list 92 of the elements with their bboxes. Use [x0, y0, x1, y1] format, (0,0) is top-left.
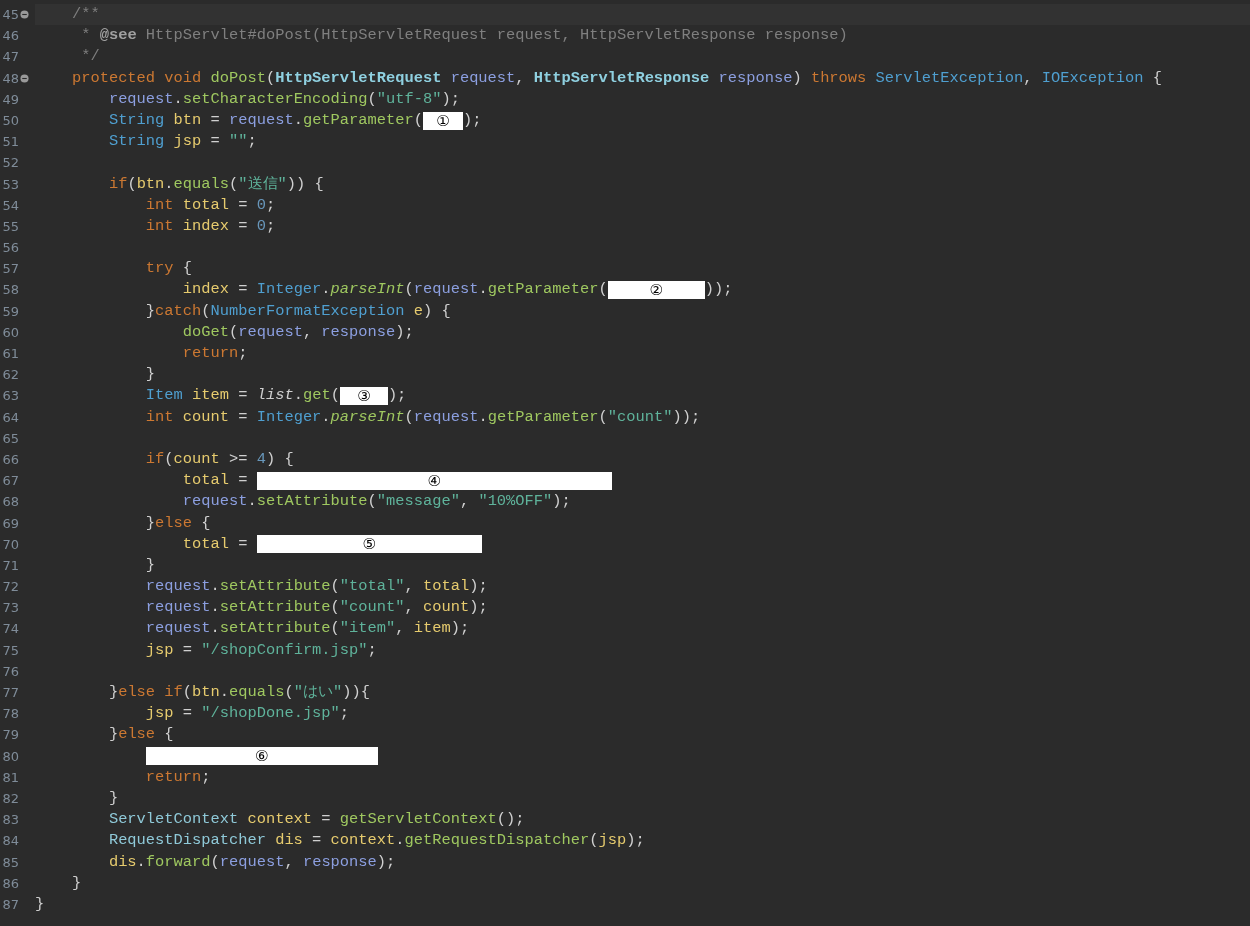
answer-blank: ⑥ — [145, 747, 378, 766]
code-text: } — [71, 872, 82, 894]
line-number: 45 — [1, 6, 19, 24]
line-number: 52 — [1, 154, 19, 173]
line-number: 84 — [1, 832, 19, 851]
line-number: 73 — [1, 599, 19, 618]
code-text: RequestDispatcher dis = context.getRequestDispatcher(jsp); — [108, 830, 645, 852]
code-text: jsp = "/shopDone.jsp"; — [145, 703, 350, 725]
code-text: try { — [145, 258, 193, 280]
code-text: request.setAttribute("count", count); — [145, 597, 488, 619]
code-text: if(count >= 4) { — [145, 448, 294, 470]
code-text: return; — [145, 766, 211, 788]
line-number: 87 — [1, 895, 19, 914]
line-number: 69 — [1, 514, 19, 533]
answer-blank: ① — [423, 111, 463, 130]
code-text: if(btn.equals("送信")) { — [108, 173, 324, 195]
line-number: 76 — [1, 662, 19, 681]
line-number: 81 — [1, 768, 19, 787]
line-number: 66 — [1, 450, 19, 469]
line-number: 80 — [1, 747, 19, 766]
code-text: } — [108, 787, 119, 809]
line-number: 75 — [1, 641, 19, 660]
code-text: return; — [182, 343, 248, 364]
answer-blank: ③ — [339, 386, 388, 405]
code-text: request.setAttribute("total", total); — [145, 576, 488, 598]
code-text: total = — [182, 533, 249, 555]
line-number: 48 — [1, 69, 19, 88]
code-text: doGet(request, response); — [182, 321, 414, 343]
line-number: 58 — [1, 281, 19, 300]
code-text: ); — [387, 385, 407, 407]
code-text: request.setAttribute("message", "10%OFF"); — [182, 491, 571, 513]
code-text: int count = Integer.parseInt(request.getParameter("count")); — [145, 406, 701, 428]
line-number: 71 — [1, 556, 19, 575]
code-text: total = — [182, 470, 249, 492]
code-text: } — [145, 364, 156, 386]
code-text: */ — [80, 46, 100, 68]
line-number: 85 — [1, 853, 19, 872]
code-text: }else { — [108, 724, 174, 746]
line-number: 57 — [1, 260, 19, 279]
code-text: } — [145, 554, 156, 576]
code-text: String jsp = ""; — [108, 131, 257, 153]
code-text: request.setAttribute("item", item); — [145, 618, 470, 640]
line-number: 72 — [1, 578, 19, 597]
code-text: Item item = list.get( — [145, 385, 340, 407]
answer-blank: ② — [607, 281, 705, 300]
line-number: 56 — [1, 239, 19, 258]
line-number: 65 — [1, 429, 19, 448]
line-number: 79 — [1, 726, 19, 745]
line-number: 50 — [1, 111, 19, 130]
code-text: int total = 0; — [145, 194, 276, 216]
line-number: 86 — [1, 874, 19, 893]
code-text: }else { — [145, 512, 211, 534]
line-number: 60 — [1, 323, 19, 342]
code-text: jsp = "/shopConfirm.jsp"; — [145, 639, 377, 661]
code-text: * @see HttpServlet#doPost(HttpServletRequest request, HttpServletResponse response) — [80, 25, 848, 47]
code-text: }catch(NumberFormatException e) { — [145, 300, 451, 322]
line-number: 61 — [1, 345, 19, 363]
code-text: protected void doPost(HttpServletRequest request, HttpServletResponse response) throws ServletException, IOException { — [71, 67, 1162, 89]
line-number: 74 — [1, 620, 19, 639]
line-number: 55 — [1, 217, 19, 236]
code-text: int index = 0; — [145, 215, 276, 237]
line-number: 64 — [1, 408, 19, 427]
line-number: 49 — [1, 90, 19, 109]
line-number: 47 — [1, 48, 19, 67]
answer-blank: ⑤ — [256, 535, 482, 554]
line-number: 77 — [1, 684, 19, 702]
line-number: 63 — [1, 387, 19, 406]
code-text: ); — [463, 109, 482, 131]
line-number: 62 — [1, 366, 19, 385]
line-number: 53 — [1, 175, 19, 194]
code-text: String btn = request.getParameter( — [108, 109, 423, 131]
line-number: 46 — [1, 27, 19, 46]
line-number: 78 — [1, 705, 19, 724]
line-number: 51 — [1, 133, 19, 152]
line-number: 59 — [1, 302, 19, 321]
line-number: 68 — [1, 493, 19, 512]
line-number: 54 — [1, 196, 19, 215]
code-text: }else if(btn.equals("はい")){ — [108, 682, 370, 703]
code-text: } — [35, 893, 45, 915]
fold-icon[interactable] — [20, 73, 29, 83]
code-text: ServletContext context = getServletContext(); — [108, 809, 525, 831]
line-number: 82 — [1, 789, 19, 808]
answer-blank: ④ — [256, 471, 612, 490]
code-text: request.setCharacterEncoding("utf-8"); — [108, 88, 460, 110]
line-number: 70 — [1, 535, 19, 554]
fold-icon[interactable] — [20, 10, 29, 20]
code-text: index = Integer.parseInt(request.getParameter( — [182, 279, 608, 301]
code-text: /** — [71, 4, 100, 25]
code-text: )); — [704, 279, 733, 301]
line-number: 83 — [1, 811, 19, 830]
code-text: dis.forward(request, response); — [108, 851, 396, 873]
line-number: 67 — [1, 472, 19, 491]
